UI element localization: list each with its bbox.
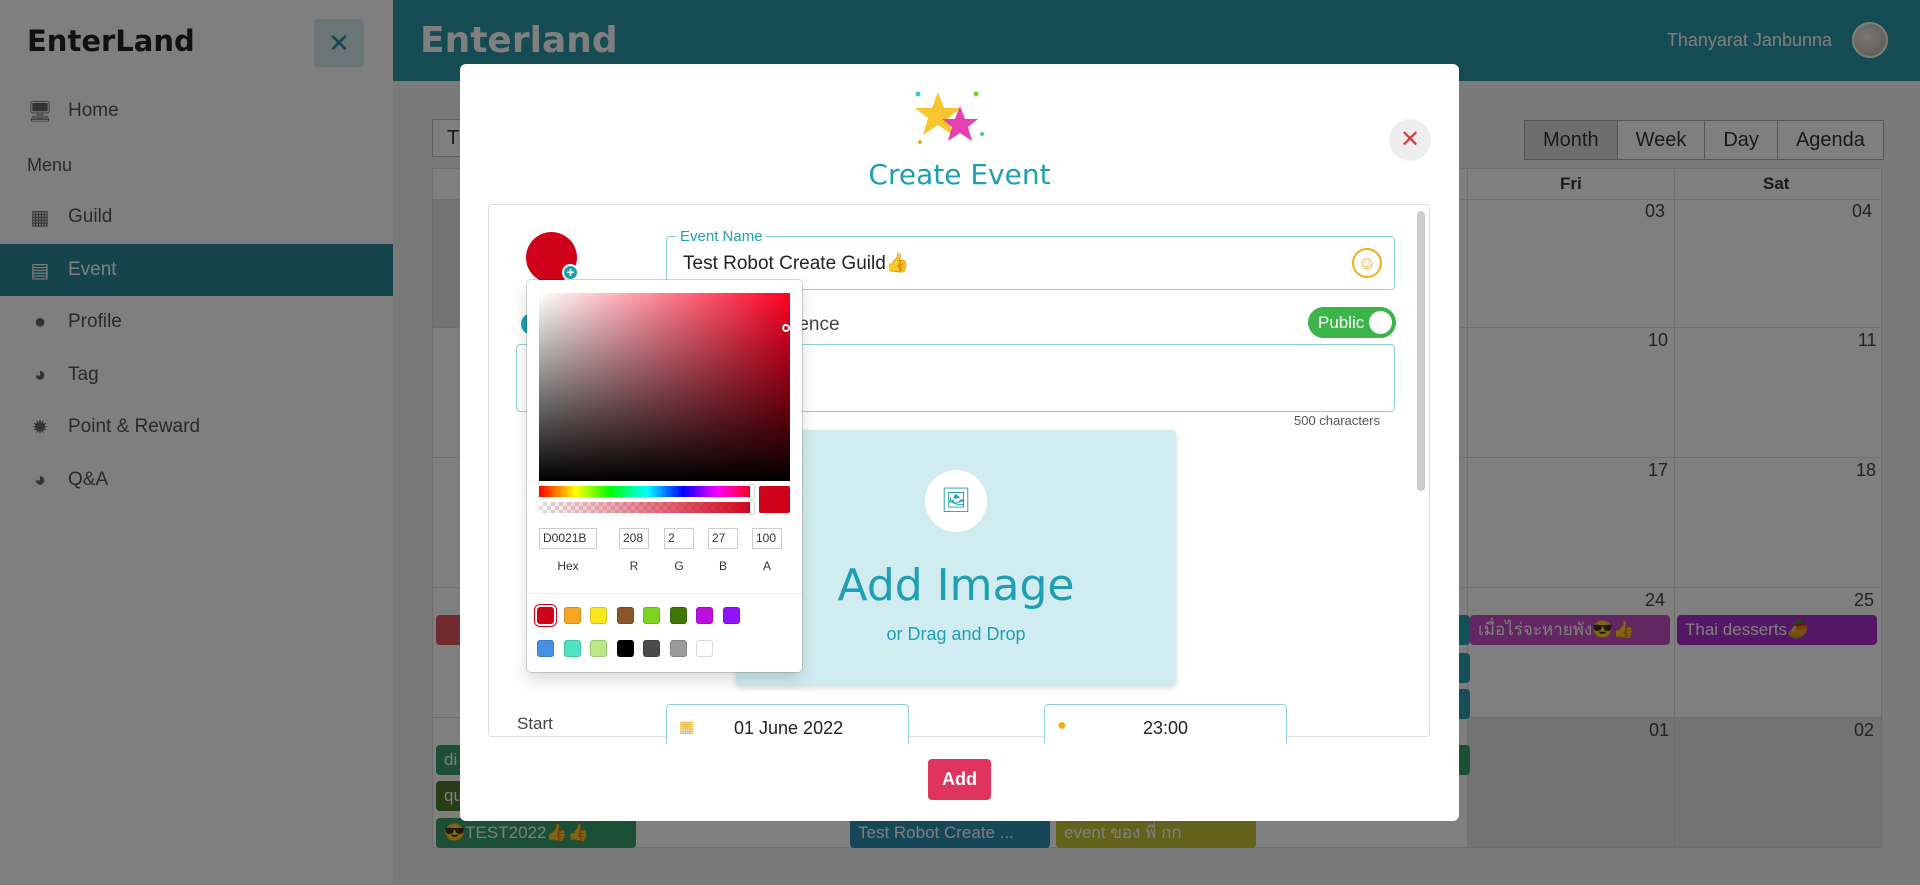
start-time-input[interactable]: ● 23:00 (1044, 704, 1287, 744)
add-image-subtitle: or Drag and Drop (886, 624, 1026, 644)
public-toggle-label: Public (1318, 313, 1365, 332)
start-label: Start (517, 714, 553, 733)
preset-color-swatch[interactable] (616, 640, 634, 657)
b-input[interactable]: 27 (708, 528, 738, 549)
scrollbar[interactable] (1417, 211, 1425, 491)
preset-color-swatch[interactable] (696, 607, 713, 624)
preset-color-swatch[interactable] (590, 640, 607, 657)
modal-title: Create Event (868, 158, 1051, 191)
start-time-value: 23:00 (1143, 718, 1189, 738)
hue-slider-handle[interactable] (750, 485, 754, 498)
modal-close-button[interactable]: ✕ (1389, 119, 1431, 161)
emoji-picker-icon[interactable]: ☺ (1352, 248, 1382, 278)
plus-icon[interactable]: + (562, 264, 579, 281)
clock-icon: ● (1057, 717, 1067, 734)
preset-color-swatch[interactable] (643, 607, 660, 624)
start-date-input[interactable]: ▦ 01 June 2022 (666, 704, 909, 744)
saturation-pointer[interactable] (782, 324, 790, 332)
start-date-value: 01 June 2022 (734, 718, 844, 738)
preset-color-swatch[interactable] (563, 640, 581, 657)
add-image-title: Add Image (837, 560, 1075, 611)
alpha-slider-handle[interactable] (750, 501, 754, 514)
toggle-knob (1369, 311, 1392, 334)
stars-icon (915, 91, 984, 144)
g-label: G (674, 559, 684, 573)
preset-color-swatch[interactable] (669, 607, 687, 624)
preset-color-swatch[interactable] (590, 607, 607, 624)
calendar-icon: ▦ (679, 719, 695, 736)
saturation-area[interactable] (539, 293, 790, 481)
preset-color-swatch[interactable] (563, 607, 581, 624)
preset-color-swatch[interactable] (669, 640, 687, 657)
public-toggle[interactable]: Public (1308, 307, 1396, 338)
add-button[interactable]: Add (928, 759, 991, 800)
add-image-dropzone[interactable]: 🖼 Add Image or Drag and Drop (736, 430, 1176, 686)
alpha-slider[interactable] (539, 502, 754, 513)
divider (527, 593, 802, 594)
preset-color-swatch[interactable] (696, 640, 713, 657)
current-color-preview (759, 486, 790, 513)
preset-color-swatch[interactable] (537, 607, 554, 624)
g-input[interactable]: 2 (664, 528, 694, 549)
a-input[interactable]: 100 (752, 528, 782, 549)
a-label: A (762, 559, 771, 573)
color-picker: D0021B 208 2 27 100 Hex R G B A (527, 280, 802, 672)
event-name-value[interactable]: Test Robot Create Guild👍 (683, 251, 909, 275)
image-icon: 🖼 (925, 470, 987, 532)
r-input[interactable]: 208 (619, 528, 649, 549)
hue-slider[interactable] (539, 486, 754, 497)
b-label: B (718, 559, 727, 573)
preset-color-swatch[interactable] (537, 640, 554, 657)
preset-color-swatch[interactable] (616, 607, 634, 624)
event-name-label: Event Name (677, 228, 766, 245)
char-count: 500 characters (1294, 413, 1380, 428)
r-label: R (629, 559, 639, 573)
hex-input[interactable]: D0021B (539, 528, 597, 549)
preset-color-swatch[interactable] (643, 640, 660, 657)
hex-label: Hex (557, 559, 579, 573)
preset-color-swatch[interactable] (722, 607, 740, 624)
